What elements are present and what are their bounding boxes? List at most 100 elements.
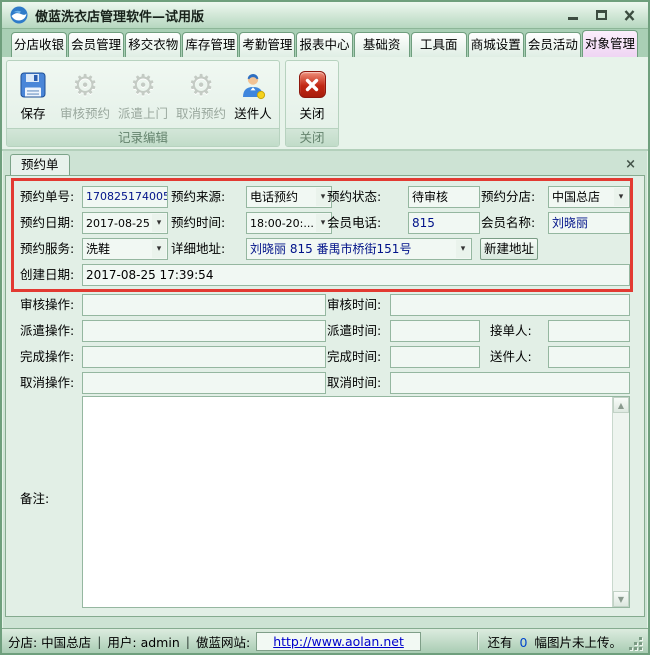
website-link-box: http://www.aolan.net bbox=[256, 632, 421, 651]
menu-tab-member-activity[interactable]: 会员活动 bbox=[525, 32, 581, 57]
order-no-label: 预约单号: bbox=[20, 186, 74, 208]
close-window-button[interactable] bbox=[622, 8, 636, 22]
courier-field-label: 送件人: bbox=[490, 346, 532, 368]
upload-status-text: 还有 0 幅图片未上传。 bbox=[488, 632, 622, 651]
courier-button-label: 送件人 bbox=[234, 103, 272, 122]
document-close-icon[interactable]: × bbox=[625, 158, 636, 171]
toolbar-ribbon: 保存 ⚙ 审核预约 ⚙ 派遣上门 ⚙ 取消预约 bbox=[2, 57, 648, 151]
source-label: 预约来源: bbox=[171, 186, 225, 208]
minimize-button[interactable] bbox=[566, 8, 580, 22]
courier-person-icon bbox=[237, 69, 269, 101]
save-button-label: 保存 bbox=[20, 103, 45, 122]
status-bar: 分店: 中国总店 | 用户: admin | 傲蓝网站: http://www.… bbox=[2, 628, 648, 653]
combo-arrow-icon[interactable]: ▾ bbox=[152, 240, 166, 258]
member-name-label: 会员名称: bbox=[481, 212, 535, 234]
status-site-label: 傲蓝网站: bbox=[196, 632, 250, 651]
audit-op-label: 审核操作: bbox=[20, 294, 74, 316]
app-logo-icon bbox=[10, 6, 28, 24]
date-label: 预约日期: bbox=[20, 212, 74, 234]
audit-op-field bbox=[82, 294, 326, 316]
audit-reservation-button[interactable]: ⚙ 审核预约 bbox=[56, 67, 114, 125]
address-combobox[interactable]: 刘晓丽 815 番禺市桥街151号▾ bbox=[246, 238, 472, 260]
combo-arrow-icon[interactable]: ▾ bbox=[614, 188, 628, 206]
audit-time-label: 审核时间: bbox=[327, 294, 381, 316]
time-combobox[interactable]: 18:00-20:...▾ bbox=[246, 212, 332, 234]
created-date-field: 2017-08-25 17:39:54 bbox=[82, 264, 630, 286]
remark-scrollbar[interactable]: ▲ ▼ bbox=[612, 397, 629, 607]
main-menu-tabs: 分店收银 会员管理 移交衣物 库存管理 考勤管理 报表中心 基础资 工具面 商城… bbox=[2, 28, 648, 57]
cancel-gear-icon: ⚙ bbox=[185, 69, 217, 101]
menu-tab-basic-data[interactable]: 基础资 bbox=[354, 32, 410, 57]
maximize-button[interactable] bbox=[594, 8, 608, 22]
toolbar-group-record-edit: 保存 ⚙ 审核预约 ⚙ 派遣上门 ⚙ 取消预约 bbox=[6, 60, 280, 147]
reservation-form-panel: 预约单号: 170825174005 预约来源: 电话预约▾ 预约状态: 待审核… bbox=[5, 175, 645, 617]
audit-gear-icon: ⚙ bbox=[69, 69, 101, 101]
cancel-op-label: 取消操作: bbox=[20, 372, 74, 394]
website-link[interactable]: http://www.aolan.net bbox=[273, 634, 404, 649]
dispatch-visit-button[interactable]: ⚙ 派遣上门 bbox=[114, 67, 172, 125]
status-separator: | bbox=[97, 634, 101, 649]
status-separator: | bbox=[186, 634, 190, 649]
finish-time-label: 完成时间: bbox=[327, 346, 381, 368]
tab-reservation-form[interactable]: 预约单 bbox=[10, 154, 70, 175]
group-label-record-edit: 记录编辑 bbox=[7, 128, 279, 146]
minimize-icon bbox=[568, 17, 578, 20]
resize-grip[interactable] bbox=[630, 638, 642, 650]
toolbar-group-close: 关闭 关闭 bbox=[285, 60, 339, 147]
branch-combobox[interactable]: 中国总店▾ bbox=[548, 186, 630, 208]
cancel-op-field bbox=[82, 372, 326, 394]
menu-tab-attendance[interactable]: 考勤管理 bbox=[239, 32, 295, 57]
member-phone-input[interactable]: 815 bbox=[408, 212, 480, 234]
service-combobox[interactable]: 洗鞋▾ bbox=[82, 238, 168, 260]
order-no-input[interactable]: 170825174005 bbox=[82, 186, 168, 208]
dispatch-op-label: 派遣操作: bbox=[20, 320, 74, 342]
menu-tab-inventory[interactable]: 库存管理 bbox=[182, 32, 238, 57]
scroll-down-icon[interactable]: ▼ bbox=[613, 591, 629, 607]
save-button[interactable]: 保存 bbox=[10, 67, 56, 125]
title-bar: 傲蓝洗衣店管理软件—试用版 bbox=[2, 2, 648, 28]
status-input[interactable]: 待审核 bbox=[408, 186, 480, 208]
menu-tab-tools[interactable]: 工具面 bbox=[411, 32, 467, 57]
dispatch-op-field bbox=[82, 320, 326, 342]
scroll-up-icon[interactable]: ▲ bbox=[613, 397, 629, 413]
menu-tab-reports[interactable]: 报表中心 bbox=[296, 32, 352, 57]
cancel-time-label: 取消时间: bbox=[327, 372, 381, 394]
courier-button[interactable]: 送件人 bbox=[230, 67, 276, 125]
finish-op-label: 完成操作: bbox=[20, 346, 74, 368]
menu-tab-object-management[interactable]: 对象管理 bbox=[582, 30, 638, 57]
remark-textarea[interactable]: ▲ ▼ bbox=[82, 396, 630, 608]
combo-arrow-icon[interactable]: ▾ bbox=[152, 214, 166, 232]
menu-tab-transfer-clothes[interactable]: 移交衣物 bbox=[125, 32, 181, 57]
menu-tab-mall-settings[interactable]: 商城设置 bbox=[468, 32, 524, 57]
window-title: 傲蓝洗衣店管理软件—试用版 bbox=[35, 6, 204, 25]
time-label: 预约时间: bbox=[171, 212, 225, 234]
receiver-field[interactable] bbox=[548, 320, 630, 342]
cancel-reservation-button[interactable]: ⚙ 取消预约 bbox=[172, 67, 230, 125]
dispatch-time-label: 派遣时间: bbox=[327, 320, 381, 342]
created-date-label: 创建日期: bbox=[20, 264, 74, 286]
source-combobox[interactable]: 电话预约▾ bbox=[246, 186, 332, 208]
address-label: 详细地址: bbox=[171, 238, 225, 260]
menu-tab-member-management[interactable]: 会员管理 bbox=[68, 32, 124, 57]
save-floppy-icon bbox=[17, 69, 49, 101]
member-name-input[interactable]: 刘晓丽 bbox=[548, 212, 630, 234]
status-user: 用户: admin bbox=[107, 632, 179, 651]
menu-tab-branch-cashier[interactable]: 分店收银 bbox=[11, 32, 67, 57]
dispatch-gear-icon: ⚙ bbox=[127, 69, 159, 101]
maximize-icon bbox=[596, 10, 607, 20]
status-divider bbox=[477, 632, 478, 650]
remark-label: 备注: bbox=[20, 488, 49, 510]
combo-arrow-icon[interactable]: ▾ bbox=[456, 240, 470, 258]
app-window: 傲蓝洗衣店管理软件—试用版 分店收银 会员管理 移交衣物 库存管理 考勤管理 报… bbox=[0, 0, 650, 655]
new-address-button[interactable]: 新建地址 bbox=[480, 238, 538, 260]
date-combobox[interactable]: 2017-08-25▾ bbox=[82, 212, 168, 234]
cancel-button-label: 取消预约 bbox=[176, 103, 226, 122]
close-form-button[interactable]: 关闭 bbox=[289, 67, 335, 125]
receiver-label: 接单人: bbox=[490, 320, 532, 342]
group-label-close: 关闭 bbox=[286, 128, 338, 146]
courier-field[interactable] bbox=[548, 346, 630, 368]
status-label: 预约状态: bbox=[327, 186, 381, 208]
audit-button-label: 审核预约 bbox=[60, 103, 110, 122]
cancel-time-field bbox=[390, 372, 630, 394]
status-branch: 分店: 中国总店 bbox=[8, 632, 91, 651]
